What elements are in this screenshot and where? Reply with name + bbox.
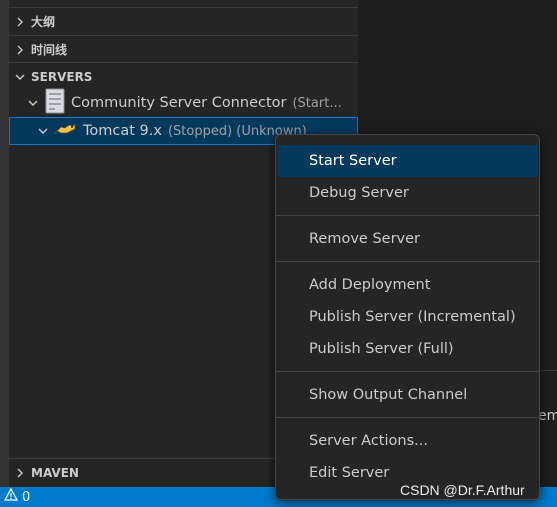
menu-show-output-channel[interactable]: Show Output Channel	[277, 379, 538, 411]
menu-server-actions[interactable]: Server Actions...	[277, 425, 538, 457]
watermark: CSDN @Dr.F.Arthur	[400, 482, 525, 498]
menu-separator	[276, 371, 539, 372]
tomcat-icon	[53, 121, 83, 141]
context-menu: Start Server Debug Server Remove Server …	[275, 134, 540, 500]
menu-separator	[276, 417, 539, 418]
section-timeline-label: 时间线	[31, 43, 68, 57]
menu-publish-incremental[interactable]: Publish Server (Incremental)	[277, 301, 538, 333]
menu-debug-server[interactable]: Debug Server	[277, 177, 538, 209]
chevron-right-icon	[9, 459, 31, 487]
chevron-down-icon	[23, 93, 43, 113]
connector-label: Community Server Connector	[71, 95, 287, 111]
menu-remove-server[interactable]: Remove Server	[277, 223, 538, 255]
chevron-down-icon	[9, 63, 31, 91]
warning-icon[interactable]	[3, 487, 22, 506]
editor-text-fragment: em	[538, 408, 557, 424]
server-connector-icon	[43, 88, 71, 118]
section-outline-label: 大纲	[31, 15, 56, 29]
problems-count[interactable]: 0	[22, 490, 30, 505]
menu-add-deployment[interactable]: Add Deployment	[277, 269, 538, 301]
menu-publish-full[interactable]: Publish Server (Full)	[277, 333, 538, 365]
tree-item-connector[interactable]: Community Server Connector (Start...	[9, 88, 358, 118]
activity-bar	[0, 0, 9, 487]
chevron-right-icon	[9, 36, 31, 64]
connector-status: (Start...	[292, 95, 342, 111]
chevron-down-icon	[33, 121, 53, 141]
tomcat-label: Tomcat 9.x	[83, 123, 162, 139]
chevron-right-icon	[9, 8, 31, 36]
section-servers-label: SERVERS	[31, 69, 93, 84]
menu-separator	[276, 215, 539, 216]
menu-separator	[276, 261, 539, 262]
menu-start-server[interactable]: Start Server	[277, 145, 538, 177]
section-outline[interactable]: 大纲	[9, 7, 358, 35]
section-servers[interactable]: SERVERS	[9, 62, 358, 90]
section-timeline[interactable]: 时间线	[9, 35, 358, 63]
section-maven-label: MAVEN	[31, 465, 79, 480]
